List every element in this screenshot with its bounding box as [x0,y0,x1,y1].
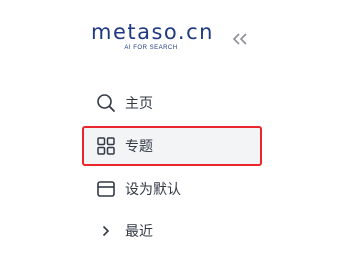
chevron-right-icon [95,220,117,242]
sidebar-item-label: 设为默认 [125,182,181,198]
search-icon [95,92,117,114]
sidebar-item-home[interactable]: 主页 [82,82,262,124]
logo-name: metaso.cn [91,20,214,44]
logo[interactable]: metaso.cn AI FOR SEARCH [91,20,214,52]
collapse-sidebar-button[interactable] [230,30,250,48]
logo-tagline: AI FOR SEARCH [124,45,178,51]
sidebar-item-label: 主页 [125,96,153,112]
sidebar-nav: 主页 专题 设为默认 最近 [82,82,262,252]
sidebar-item-topics[interactable]: 专题 [82,126,262,166]
grid-icon [95,135,117,157]
sidebar-item-recent[interactable]: 最近 [82,210,262,252]
double-chevron-left-icon [232,30,248,49]
sidebar-item-label: 最近 [125,224,153,240]
window-icon [95,178,117,200]
sidebar-item-label: 专题 [125,139,153,155]
sidebar-item-set-default[interactable]: 设为默认 [82,168,262,210]
